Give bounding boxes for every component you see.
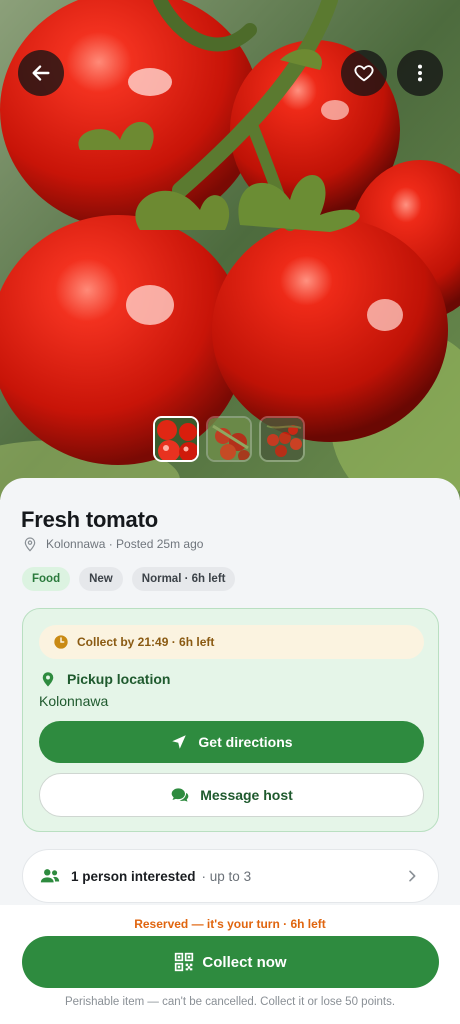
pickup-card: Collect by 21:49 · 6h left Pickup locati…	[22, 608, 439, 832]
thumbnail-2[interactable]	[206, 416, 252, 462]
interested-row[interactable]: 1 person interested · up to 3	[22, 849, 439, 903]
get-directions-button[interactable]: Get directions	[39, 721, 424, 763]
chevron-right-icon	[409, 870, 416, 882]
clock-icon	[54, 635, 68, 649]
tag-food: Food	[22, 567, 71, 591]
listing-title: Fresh tomato	[21, 507, 158, 532]
interested-count: 1 person interested	[71, 868, 196, 884]
message-host-button[interactable]: Message host	[39, 773, 424, 817]
thumbnail-image	[155, 418, 197, 460]
thumbnail-3[interactable]	[259, 416, 305, 462]
tag-urgency: Normal · 6h left	[131, 567, 236, 591]
thumbnail-image	[208, 418, 250, 460]
message-host-label: Message host	[200, 787, 293, 803]
listing-meta-text: Kolonnawa · Posted 25m ago	[46, 537, 204, 551]
people-icon	[40, 869, 60, 883]
collect-by-banner: Collect by 21:49 · 6h left	[39, 625, 424, 659]
qr-code-icon	[175, 952, 194, 972]
arrow-left-icon	[32, 65, 50, 81]
pickup-heading-text: Pickup location	[67, 671, 171, 687]
collect-now-button[interactable]: Collect now	[22, 936, 439, 988]
location-pin-icon	[24, 537, 36, 552]
image-thumbnails	[153, 416, 305, 462]
bottom-action-bar: Reserved — it's your turn · 6h left Coll…	[0, 905, 460, 1024]
listing-meta: Kolonnawa · Posted 25m ago	[22, 536, 203, 552]
interested-limit: · up to 3	[201, 868, 252, 884]
heart-outline-icon	[354, 65, 374, 82]
pickup-heading: Pickup location	[39, 670, 170, 688]
tag-new: New	[79, 567, 123, 591]
location-pin-filled-icon	[42, 672, 54, 687]
more-vertical-icon	[417, 64, 423, 82]
perishable-disclaimer: Perishable item — can't be cancelled. Co…	[64, 996, 396, 1008]
pickup-place: Kolonnawa	[39, 693, 109, 709]
chat-bubble-icon	[171, 788, 189, 802]
navigation-arrow-icon	[172, 735, 187, 749]
thumbnail-image	[261, 418, 303, 460]
favorite-button[interactable]	[341, 50, 387, 96]
more-options-button[interactable]	[397, 50, 443, 96]
collect-now-label: Collect now	[202, 953, 287, 971]
get-directions-label: Get directions	[198, 734, 293, 750]
reserved-status: Reserved — it's your turn · 6h left	[134, 917, 326, 931]
collect-by-text: Collect by 21:49 · 6h left	[77, 635, 215, 649]
thumbnail-1[interactable]	[153, 416, 199, 462]
tag-list: Food New Normal · 6h left	[22, 567, 236, 591]
product-photo	[0, 0, 460, 500]
back-button[interactable]	[18, 50, 64, 96]
